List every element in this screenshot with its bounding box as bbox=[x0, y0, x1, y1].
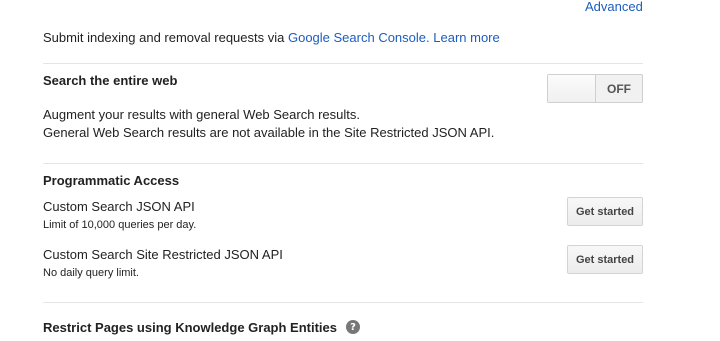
divider bbox=[43, 302, 643, 303]
search-console-link[interactable]: Google Search Console. bbox=[288, 30, 430, 45]
question-mark-icon[interactable]: ? bbox=[346, 320, 360, 334]
api-note: No daily query limit. bbox=[43, 267, 139, 279]
divider bbox=[43, 163, 643, 164]
toggle-state-label: OFF bbox=[607, 81, 631, 96]
toggle-knob bbox=[548, 75, 596, 102]
search-web-toggle[interactable]: OFF bbox=[547, 74, 643, 103]
knowledge-graph-title: Restrict Pages using Knowledge Graph Ent… bbox=[43, 320, 338, 335]
programmatic-title: Programmatic Access bbox=[43, 173, 180, 188]
api-name: Custom Search Site Restricted JSON API bbox=[43, 247, 283, 262]
advanced-link[interactable]: Advanced bbox=[585, 0, 643, 14]
search-web-title: Search the entire web bbox=[43, 73, 178, 88]
api-name: Custom Search JSON API bbox=[43, 199, 195, 214]
indexing-line: Submit indexing and removal requests via… bbox=[43, 30, 500, 45]
indexing-text: Submit indexing and removal requests via bbox=[43, 30, 285, 45]
learn-more-link[interactable]: Learn more bbox=[433, 30, 499, 45]
search-web-desc-2: General Web Search results are not avail… bbox=[43, 125, 495, 140]
divider bbox=[43, 63, 643, 64]
get-started-site-restricted-button[interactable]: Get started bbox=[567, 245, 643, 274]
get-started-json-api-button[interactable]: Get started bbox=[567, 197, 643, 226]
api-note: Limit of 10,000 queries per day. bbox=[43, 219, 197, 231]
search-web-desc-1: Augment your results with general Web Se… bbox=[43, 107, 360, 122]
